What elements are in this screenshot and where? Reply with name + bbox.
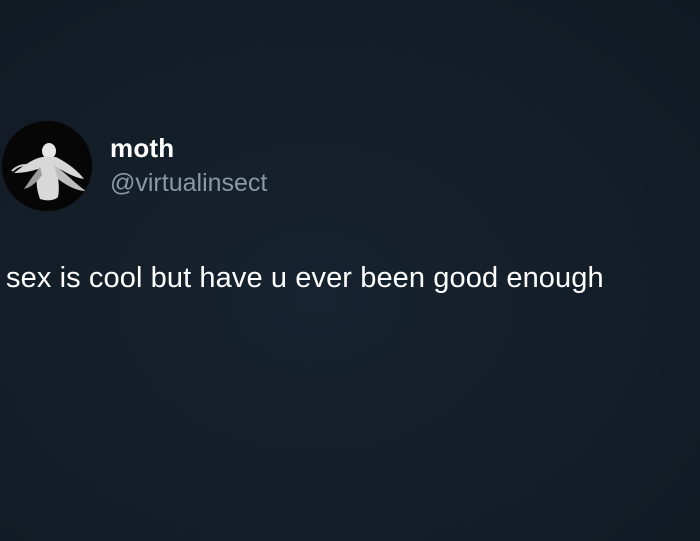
moth-figure-avatar-icon <box>2 121 92 211</box>
tweet-header: moth @virtualinsect <box>2 120 267 212</box>
author-display-name[interactable]: moth <box>110 133 267 163</box>
author-names: moth @virtualinsect <box>110 133 267 199</box>
tweet-text: sex is cool but have u ever been good en… <box>6 262 604 294</box>
avatar[interactable] <box>2 121 92 211</box>
tweet-card: moth @virtualinsect sex is cool but have… <box>0 0 700 541</box>
author-handle[interactable]: @virtualinsect <box>110 167 267 199</box>
